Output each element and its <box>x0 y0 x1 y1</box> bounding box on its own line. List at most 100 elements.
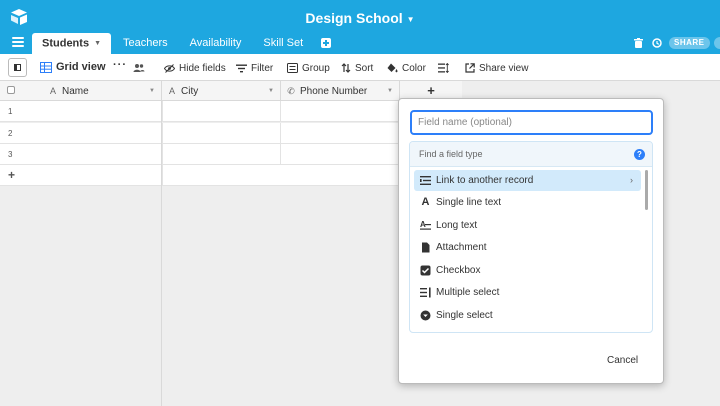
add-table-icon[interactable] <box>321 38 332 48</box>
collaborators-button[interactable] <box>133 61 149 75</box>
group-icon <box>287 63 298 73</box>
sort-button[interactable]: Sort <box>341 61 373 75</box>
tab-label: Students <box>42 37 90 50</box>
column-header-content: ✆ Phone Number <box>285 81 367 102</box>
long-text-icon: A <box>420 220 431 230</box>
field-type-checkbox[interactable]: Checkbox <box>414 260 641 281</box>
field-type-multiple-select[interactable]: Multiple select <box>414 282 641 303</box>
field-type-list: Find a field type ? Link to another reco… <box>409 141 653 333</box>
row-height-icon <box>438 63 449 73</box>
field-type-single-line-text[interactable]: A Single line text <box>414 192 641 213</box>
cell-divider <box>162 165 163 186</box>
group-button[interactable]: Group <box>287 61 330 75</box>
share-button[interactable]: SHARE <box>669 37 710 49</box>
paint-bucket-icon <box>387 63 398 73</box>
column-label: Name <box>62 86 89 97</box>
text-a-icon: A <box>421 196 430 208</box>
chevron-down-icon: ▼ <box>406 14 415 24</box>
column-label: Phone Number <box>300 86 368 97</box>
eye-off-icon <box>164 63 175 73</box>
sidebar-icon <box>14 64 21 71</box>
top-bar: Design School ▼ Students ▼ Teachers Availa… <box>0 0 720 54</box>
chevron-right-icon: › <box>630 175 633 185</box>
column-header-content: A Name <box>47 81 89 102</box>
share-external-icon <box>465 63 475 73</box>
hide-fields-button[interactable]: Hide fields <box>164 61 226 75</box>
column-header-city[interactable]: A City ▼ <box>162 81 281 101</box>
people-icon <box>133 64 145 72</box>
chevron-down-icon[interactable]: ▼ <box>268 81 274 101</box>
tab-students[interactable]: Students ▼ <box>32 33 111 54</box>
primary-field-pane-divider <box>0 101 162 406</box>
field-type-search-placeholder: Find a field type <box>419 149 483 159</box>
tab-skill-set[interactable]: Skill Set <box>253 33 313 54</box>
field-type-scrollbar[interactable] <box>645 170 648 210</box>
view-menu-button[interactable]: ··· <box>113 58 127 72</box>
base-title-text: Design School <box>305 10 403 26</box>
chevron-down-icon[interactable]: ▼ <box>387 81 393 101</box>
tab-availability[interactable]: Availability <box>180 33 252 54</box>
field-type-label: Attachment <box>436 242 487 253</box>
cancel-button[interactable]: Cancel <box>607 355 638 366</box>
tab-label: Teachers <box>123 37 168 49</box>
cell-divider <box>162 123 163 144</box>
field-type-long-text[interactable]: A Long text <box>414 215 641 236</box>
sidebar-toggle-button[interactable] <box>8 58 27 77</box>
single-select-icon <box>420 310 431 321</box>
field-type-search[interactable]: Find a field type ? <box>410 142 652 167</box>
grid-icon <box>40 61 52 73</box>
share-view-button[interactable]: Share view <box>465 61 528 75</box>
hamburger-menu-icon[interactable] <box>12 37 24 47</box>
color-button[interactable]: Color <box>387 61 426 75</box>
text-a-icon: A <box>168 86 175 96</box>
column-header-name[interactable]: A Name ▼ <box>0 81 162 101</box>
filter-button[interactable]: Filter <box>236 61 273 75</box>
chevron-down-icon[interactable]: ▼ <box>149 81 155 101</box>
chevron-down-icon[interactable]: ▼ <box>94 40 101 47</box>
field-type-label: Long text <box>436 220 478 231</box>
field-type-single-select[interactable]: Single select <box>414 305 641 326</box>
tab-teachers[interactable]: Teachers <box>113 33 178 54</box>
field-type-label: Link to another record <box>436 175 534 186</box>
field-type-label: Checkbox <box>436 265 481 276</box>
cell-divider <box>162 101 163 122</box>
color-label: Color <box>402 62 426 74</box>
field-type-label: Multiple select <box>436 287 500 298</box>
column-label: City <box>181 86 199 97</box>
cell-divider <box>280 144 281 165</box>
column-header-phone-number[interactable]: ✆ Phone Number ▼ <box>281 81 400 101</box>
history-icon[interactable] <box>652 38 662 48</box>
table-tabs: Students ▼ Teachers Availability Skill Se… <box>32 33 332 54</box>
tab-label: Availability <box>189 37 242 49</box>
link-record-icon <box>420 176 431 185</box>
view-toolbar: Grid view ··· Hide fields Filter Group S… <box>0 54 720 81</box>
attachment-icon <box>422 242 430 253</box>
field-type-label: Single select <box>436 310 493 321</box>
cell-divider <box>280 123 281 144</box>
checkbox-icon <box>420 265 431 276</box>
add-field-popup: Find a field type ? Link to another reco… <box>398 98 664 384</box>
sort-icon <box>341 63 351 73</box>
filter-icon <box>236 64 247 72</box>
account-button[interactable] <box>714 37 720 49</box>
field-type-attachment[interactable]: Attachment <box>414 237 641 258</box>
cell-divider <box>162 144 163 165</box>
trash-icon[interactable] <box>634 38 643 48</box>
group-label: Group <box>302 62 330 74</box>
column-header-content: A City <box>166 81 198 102</box>
sort-label: Sort <box>355 62 374 74</box>
row-height-button[interactable] <box>438 61 453 75</box>
text-a-icon: A <box>49 86 56 96</box>
filter-label: Filter <box>251 62 274 74</box>
help-icon[interactable]: ? <box>634 149 645 160</box>
grid-header: A Name ▼ A City ▼ ✆ Phone Number ▼ + <box>0 81 462 101</box>
tab-label: Skill Set <box>263 37 304 49</box>
base-title[interactable]: Design School ▼ <box>0 10 720 26</box>
cell-divider <box>280 101 281 122</box>
view-switcher[interactable]: Grid view <box>40 60 106 74</box>
phone-icon: ✆ <box>287 86 295 96</box>
field-type-link-to-another-record[interactable]: Link to another record › <box>414 170 641 191</box>
hide-fields-label: Hide fields <box>179 62 226 74</box>
field-name-input[interactable] <box>410 110 653 135</box>
view-name: Grid view <box>56 61 106 73</box>
